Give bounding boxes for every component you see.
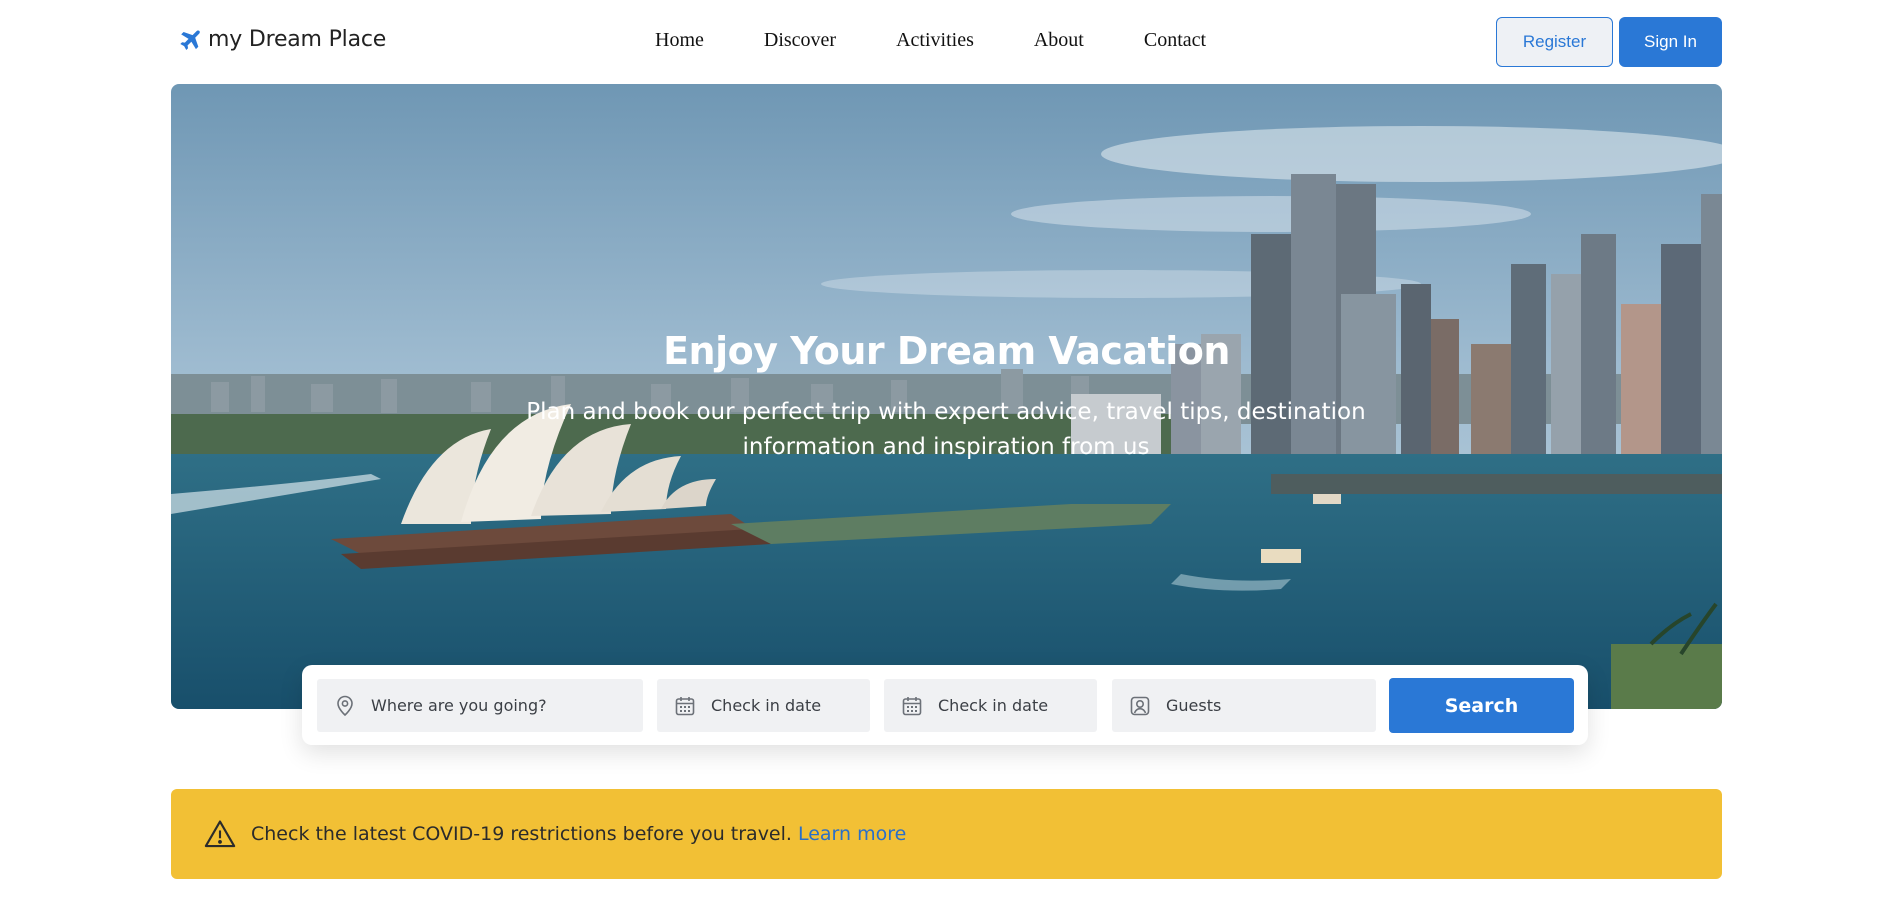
calendar-icon (675, 696, 695, 715)
nav-activities[interactable]: Activities (896, 29, 974, 52)
hero-banner: Enjoy Your Dream Vacation Plan and book … (171, 84, 1722, 709)
warning-icon (204, 820, 236, 848)
nav-contact[interactable]: Contact (1144, 29, 1206, 52)
location-pin-icon (337, 695, 353, 716)
check-out-field[interactable] (884, 679, 1097, 732)
user-icon (1130, 696, 1150, 715)
check-in-field[interactable] (657, 679, 870, 732)
nav-home[interactable]: Home (655, 29, 704, 52)
destination-input[interactable] (371, 696, 643, 715)
covid-alert-banner: Check the latest COVID-19 restrictions b… (171, 789, 1722, 879)
hero-title: Enjoy Your Dream Vacation (663, 329, 1230, 373)
check-out-input[interactable] (938, 696, 1097, 715)
main-nav: Home Discover Activities About Contact (655, 29, 1206, 52)
sign-in-button[interactable]: Sign In (1619, 17, 1722, 67)
logo-text: my Dream Place (208, 26, 387, 52)
check-in-input[interactable] (711, 696, 870, 715)
hero-subtitle: Plan and book our perfect trip with expe… (526, 399, 1366, 460)
guests-input[interactable] (1166, 696, 1376, 715)
alert-message: Check the latest COVID-19 restrictions b… (251, 823, 792, 845)
destination-field[interactable] (317, 679, 643, 732)
register-button[interactable]: Register (1496, 17, 1613, 67)
search-button[interactable]: Search (1389, 678, 1574, 733)
guests-field[interactable] (1112, 679, 1376, 732)
search-bar: Search (302, 665, 1588, 745)
site-header: my Dream Place Home Discover Activities … (0, 0, 1897, 84)
calendar-icon (902, 696, 922, 715)
learn-more-link[interactable]: Learn more (798, 823, 906, 845)
airplane-icon (180, 30, 200, 50)
nav-discover[interactable]: Discover (764, 29, 836, 52)
nav-about[interactable]: About (1034, 29, 1084, 52)
logo[interactable]: my Dream Place (176, 26, 386, 52)
